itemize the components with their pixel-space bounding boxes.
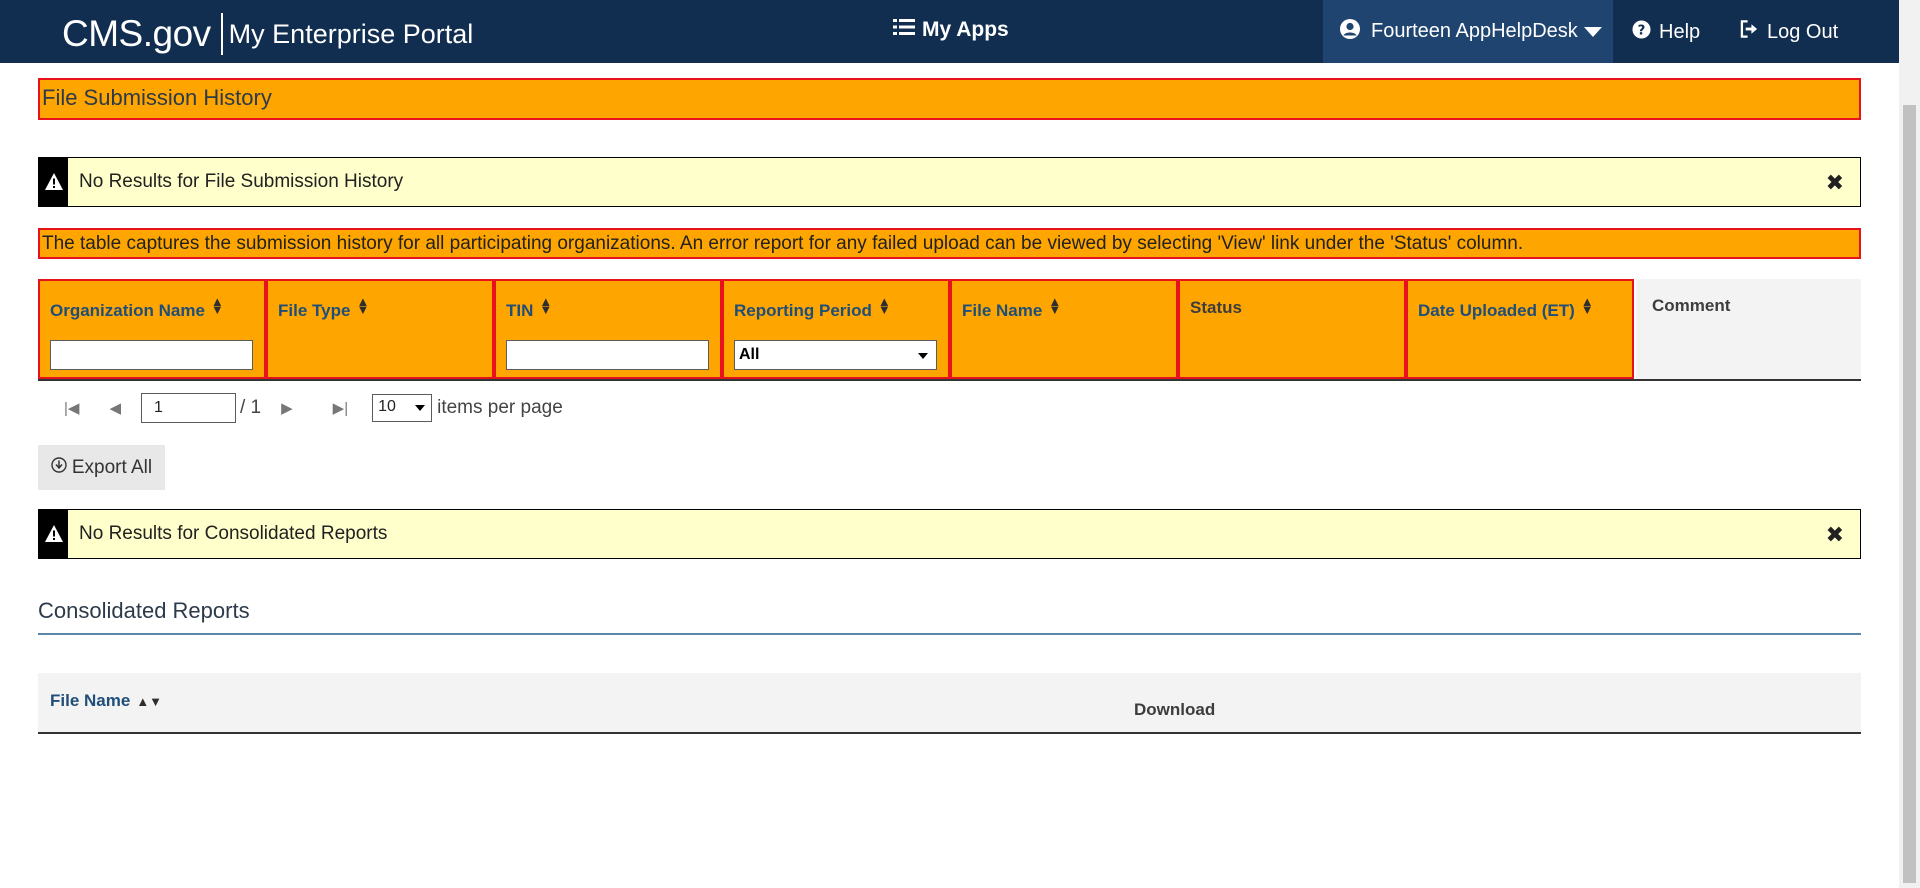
close-icon[interactable]: ✖ xyxy=(1826,522,1844,548)
column-file-type[interactable]: File Type ▲ ▼ xyxy=(266,279,494,379)
column-download: Download xyxy=(1134,700,1216,719)
brand-divider xyxy=(220,13,223,55)
next-page-button[interactable]: ▶ xyxy=(281,399,293,417)
my-apps-label: My Apps xyxy=(922,18,1009,41)
sort-icon[interactable]: ▲▼ xyxy=(1581,295,1594,316)
brand-cms: CMS.gov xyxy=(62,13,211,54)
column-label: Organization Name xyxy=(50,301,205,320)
column-tin[interactable]: TIN ▲ ▼ xyxy=(494,279,722,379)
column-file-name[interactable]: File Name ▲▼ xyxy=(950,279,1178,379)
prev-page-button[interactable]: ◀ xyxy=(109,399,121,417)
page-number-input[interactable] xyxy=(140,393,236,423)
help-label: Help xyxy=(1659,21,1701,43)
question-circle-icon: ? xyxy=(1632,20,1651,45)
page-size-select[interactable]: 10 xyxy=(372,394,433,422)
page-total: / 1 xyxy=(239,397,262,418)
scrollbar-thumb[interactable] xyxy=(1903,105,1916,883)
export-all-button[interactable]: Export All xyxy=(38,445,165,490)
user-circle-icon xyxy=(1339,18,1361,46)
svg-text:?: ? xyxy=(1638,23,1646,38)
column-reporting-period[interactable]: Reporting Period ▲ ▼ All xyxy=(722,279,950,379)
brand-portal-name: My Enterprise Portal xyxy=(228,18,474,49)
caret-down-icon xyxy=(1583,26,1602,37)
pagination: |◀ ◀ / 1 ▶ ▶| 10 items per page xyxy=(60,392,563,424)
column-organization-name[interactable]: Organization Name ▲ ▼ xyxy=(38,279,266,379)
close-icon[interactable]: ✖ xyxy=(1826,170,1844,196)
column-label: File Type xyxy=(278,301,351,320)
sort-icon[interactable]: ▲▼ xyxy=(356,295,369,316)
alert-message: No Results for Consolidated Reports xyxy=(79,523,388,544)
brand-logo[interactable]: CMS.gov My Enterprise Portal xyxy=(62,12,473,56)
table-description: The table captures the submission histor… xyxy=(38,228,1861,259)
logout-label: Log Out xyxy=(1767,20,1839,43)
user-name: Fourteen AppHelpDesk xyxy=(1371,20,1578,42)
tin-filter[interactable] xyxy=(506,340,709,370)
column-status: Status xyxy=(1178,279,1406,379)
column-date-uploaded[interactable]: Date Uploaded (ET) ▲ ▼ xyxy=(1406,279,1634,379)
reporting-period-select[interactable]: All xyxy=(734,340,937,370)
page-title: File Submission History xyxy=(38,78,1861,120)
selected-value: All xyxy=(739,346,760,363)
column-label: Status xyxy=(1190,298,1242,317)
consolidated-reports-title: Consolidated Reports xyxy=(38,598,1861,635)
user-menu[interactable]: Fourteen AppHelpDesk xyxy=(1323,0,1613,63)
page-size-value: 10 xyxy=(378,398,396,415)
column-label: TIN xyxy=(506,301,534,320)
organization-name-filter[interactable] xyxy=(50,340,253,370)
column-label: Date Uploaded (ET) xyxy=(1418,301,1575,320)
sign-out-icon xyxy=(1740,20,1759,44)
last-page-button[interactable]: ▶| xyxy=(333,399,348,417)
alert-message: No Results for File Submission History xyxy=(79,171,404,192)
warning-icon xyxy=(39,158,68,206)
sort-icon[interactable]: ▲▼ xyxy=(1048,295,1061,316)
first-page-button[interactable]: |◀ xyxy=(64,399,79,417)
items-per-page-label: items per page xyxy=(437,397,563,418)
chevron-down-icon xyxy=(415,405,426,411)
consolidated-reports-table-header: File Name ▲▼ Download xyxy=(38,673,1861,734)
column-label: File Name xyxy=(962,301,1043,320)
help-link[interactable]: ? Help xyxy=(1632,20,1700,45)
sort-icon[interactable]: ▲▼ xyxy=(136,694,162,709)
download-circle-icon xyxy=(51,457,67,478)
file-history-table-header: Organization Name ▲ ▼ File Type ▲ ▼ TIN ▲ ▼ Re… xyxy=(38,279,1861,381)
vertical-scrollbar[interactable] xyxy=(1899,0,1920,888)
logout-link[interactable]: Log Out xyxy=(1740,20,1838,44)
column-label: Comment xyxy=(1652,296,1731,315)
top-navigation: CMS.gov My Enterprise Portal My Apps Fou… xyxy=(0,0,1899,63)
file-history-alert: No Results for File Submission History ✖ xyxy=(38,157,1861,207)
column-file-name[interactable]: File Name ▲▼ xyxy=(50,691,162,711)
warning-icon xyxy=(39,510,68,558)
export-all-label: Export All xyxy=(71,456,153,478)
column-label: File Name xyxy=(50,691,131,710)
sort-icon[interactable]: ▲▼ xyxy=(878,295,891,316)
column-label: Reporting Period xyxy=(734,301,872,320)
consolidated-reports-alert: No Results for Consolidated Reports ✖ xyxy=(38,509,1861,559)
list-icon xyxy=(893,18,915,42)
sort-icon[interactable]: ▲▼ xyxy=(539,295,552,316)
sort-icon[interactable]: ▲▼ xyxy=(211,295,224,316)
my-apps-link[interactable]: My Apps xyxy=(893,18,1009,42)
column-comment: Comment xyxy=(1636,279,1861,379)
chevron-down-icon xyxy=(918,353,928,359)
